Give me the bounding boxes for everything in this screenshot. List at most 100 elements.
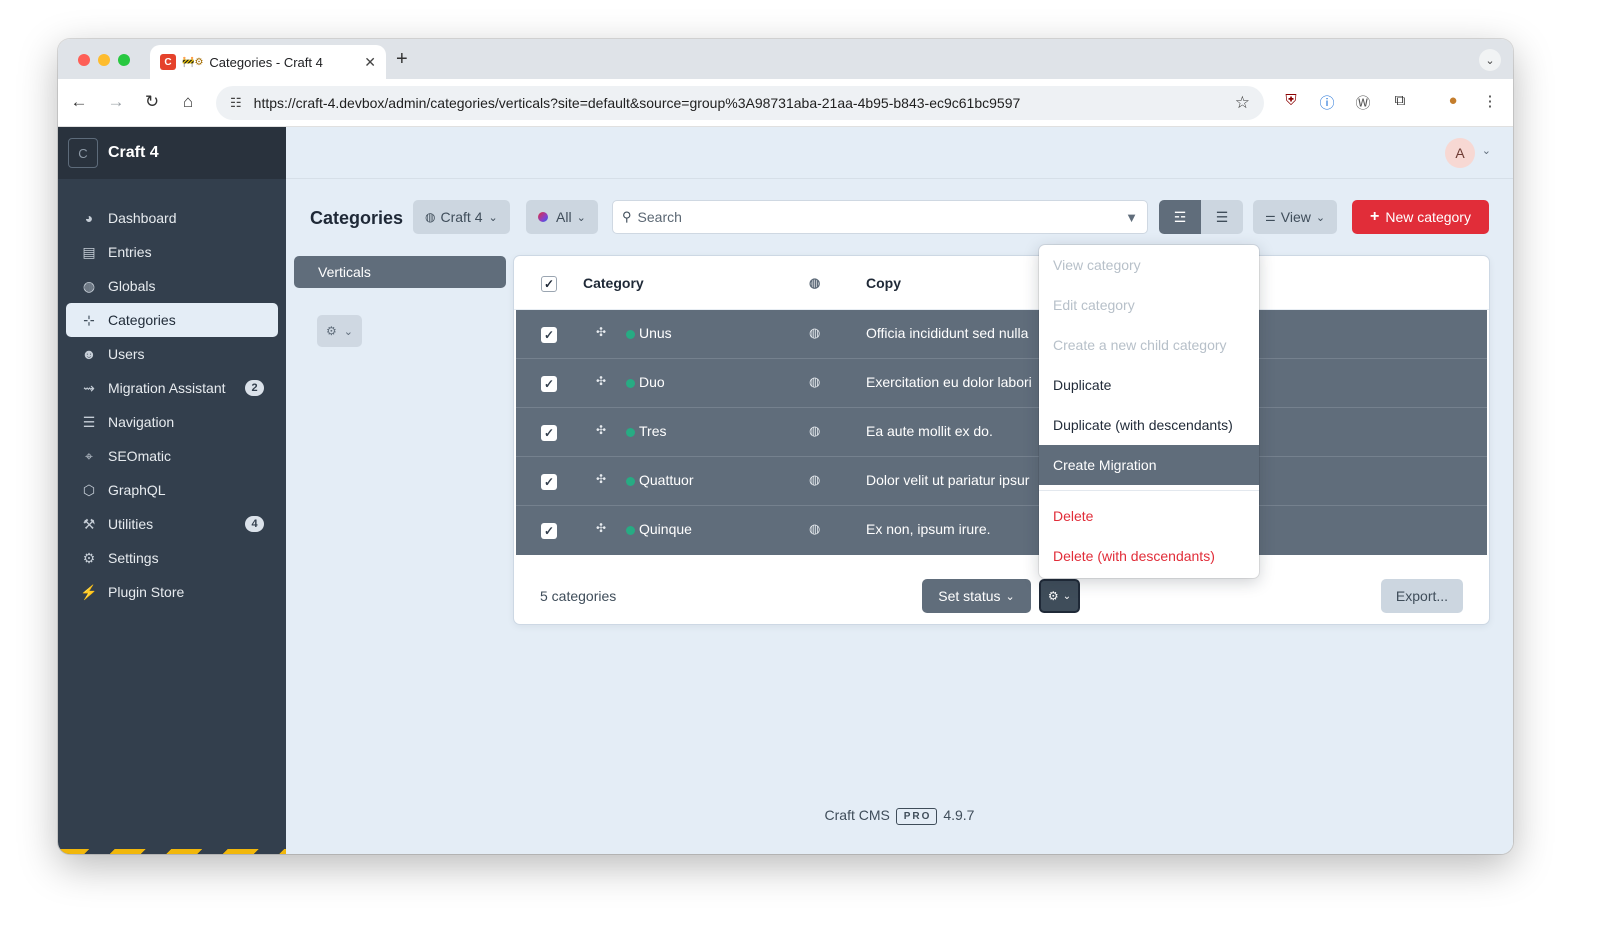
table-row[interactable]: ✓ ✣ Quattuor ◍ Dolor velit ut pariatur i… bbox=[516, 457, 1487, 506]
export-button[interactable]: Export... bbox=[1381, 579, 1463, 613]
structure-view-button[interactable]: ☲ bbox=[1159, 200, 1201, 234]
back-icon[interactable]: ← bbox=[68, 92, 90, 112]
migration-icon: ⇝ bbox=[83, 379, 95, 396]
table-header: ✓ Category ◍ Copy bbox=[514, 256, 1489, 310]
menu-item-create-child-category[interactable]: Create a new child category bbox=[1039, 325, 1259, 365]
forward-icon[interactable]: → bbox=[105, 92, 127, 112]
menu-item-duplicate-with-descendants[interactable]: Duplicate (with descendants) bbox=[1039, 405, 1259, 445]
new-category-button[interactable]: + New category bbox=[1352, 200, 1489, 234]
sidebar-item-navigation[interactable]: ☰ Navigation bbox=[66, 405, 278, 439]
move-handle-icon[interactable]: ✣ bbox=[596, 325, 606, 339]
menu-item-create-migration[interactable]: Create Migration bbox=[1039, 445, 1259, 485]
table-row[interactable]: ✓ ✣ Duo ◍ Exercitation eu dolor labori bbox=[516, 359, 1487, 408]
filter-icon[interactable]: ▼ bbox=[1125, 210, 1138, 225]
source-settings-button[interactable]: ⚙ ⌄ bbox=[317, 315, 362, 347]
ublock-icon[interactable]: ⛨ bbox=[1280, 92, 1302, 109]
status-menu-button[interactable]: All ⌄ bbox=[526, 200, 598, 234]
menu-item-view-category[interactable]: View category bbox=[1039, 245, 1259, 285]
browser-tab[interactable]: C 🚧⚙ Categories - Craft 4 ✕ bbox=[150, 45, 386, 79]
profile-icon[interactable]: ● bbox=[1442, 92, 1464, 109]
sidebar-item-globals[interactable]: ◍ Globals bbox=[66, 269, 278, 303]
sidebar-item-seomatic[interactable]: ⌖ SEOmatic bbox=[66, 439, 278, 473]
table-view-button[interactable]: ☰ bbox=[1201, 200, 1243, 234]
row-checkbox[interactable]: ✓ bbox=[541, 523, 557, 539]
sidebar-item-label: Categories bbox=[108, 312, 176, 328]
move-handle-icon[interactable]: ✣ bbox=[596, 521, 606, 535]
sidebar-item-label: Navigation bbox=[108, 414, 175, 430]
globe-icon: ◍ bbox=[809, 275, 821, 290]
status-enabled-icon bbox=[626, 428, 635, 437]
row-checkbox[interactable]: ✓ bbox=[541, 376, 557, 392]
set-status-button[interactable]: Set status ⌄ bbox=[922, 579, 1031, 613]
table-row[interactable]: ✓ ✣ Quinque ◍ Ex non, ipsum irure. bbox=[516, 506, 1487, 555]
set-status-label: Set status bbox=[938, 588, 1001, 604]
tab-search-chevron-icon[interactable]: ⌄ bbox=[1479, 49, 1501, 71]
status-enabled-icon bbox=[626, 526, 635, 535]
table-row[interactable]: ✓ ✣ Tres ◍ Ea aute mollit ex do. bbox=[516, 408, 1487, 457]
category-title[interactable]: Quattuor bbox=[639, 472, 693, 488]
menu-item-delete-with-descendants[interactable]: Delete (with descendants) bbox=[1039, 536, 1259, 576]
view-menu-button[interactable]: ⚌ View ⌄ bbox=[1253, 200, 1338, 234]
sidebar-item-plugin-store[interactable]: ⚡ Plugin Store bbox=[66, 575, 278, 609]
search-field[interactable]: ⚲ Search ▼ bbox=[612, 200, 1148, 234]
menu-item-delete[interactable]: Delete bbox=[1039, 496, 1259, 536]
extensions-icon[interactable]: ⧉ bbox=[1389, 92, 1411, 109]
row-checkbox[interactable]: ✓ bbox=[541, 425, 557, 441]
gear-icon: ⚙ bbox=[1047, 589, 1059, 603]
actions-menu: View category Edit category Create a new… bbox=[1039, 245, 1259, 578]
sidebar-item-graphql[interactable]: ⬡ GraphQL bbox=[66, 473, 278, 507]
chevron-down-icon[interactable]: ⌄ bbox=[1482, 144, 1491, 157]
table-row[interactable]: ✓ ✣ Unus ◍ Officia incididunt sed nulla bbox=[516, 310, 1487, 359]
menu-item-edit-category[interactable]: Edit category bbox=[1039, 285, 1259, 325]
close-tab-icon[interactable]: ✕ bbox=[364, 54, 376, 71]
sidebar-nav: ◕ Dashboard ▤ Entries ◍ Globals ⊹ Categories… bbox=[58, 179, 286, 609]
sidebar-item-entries[interactable]: ▤ Entries bbox=[66, 235, 278, 269]
sidebar-item-utilities[interactable]: ⚒ Utilities 4 bbox=[66, 507, 278, 541]
sidebar-item-users[interactable]: ☻ Users bbox=[66, 337, 278, 371]
sidebar-brand[interactable]: C Craft 4 bbox=[58, 127, 286, 179]
reload-icon[interactable]: ↻ bbox=[141, 92, 163, 112]
minimize-window-button[interactable] bbox=[98, 54, 110, 66]
badge: 2 bbox=[245, 380, 264, 396]
address-bar[interactable]: ☷ https://craft-4.devbox/admin/categorie… bbox=[216, 86, 1264, 120]
user-avatar[interactable]: A bbox=[1445, 138, 1475, 168]
element-count: 5 categories bbox=[540, 588, 617, 604]
site-info-icon[interactable]: ☷ bbox=[230, 95, 242, 111]
bookmark-star-icon[interactable]: ☆ bbox=[1235, 93, 1250, 113]
sidebar-item-categories[interactable]: ⊹ Categories bbox=[66, 303, 278, 337]
globe-icon: ◍ bbox=[809, 423, 821, 438]
move-handle-icon[interactable]: ✣ bbox=[596, 374, 606, 388]
sidebar-item-label: SEOmatic bbox=[108, 448, 172, 464]
category-title[interactable]: Tres bbox=[639, 423, 666, 439]
source-item-verticals[interactable]: Verticals bbox=[294, 256, 506, 288]
sidebar-item-settings[interactable]: ⚙ Settings bbox=[66, 541, 278, 575]
sidebar-item-migration-assistant[interactable]: ⇝ Migration Assistant 2 bbox=[66, 371, 278, 405]
row-checkbox[interactable]: ✓ bbox=[541, 474, 557, 490]
tab-strip: C 🚧⚙ Categories - Craft 4 ✕ + ⌄ bbox=[58, 39, 1513, 79]
category-title[interactable]: Duo bbox=[639, 374, 665, 390]
site-menu-button[interactable]: ◍ Craft 4 ⌄ bbox=[413, 200, 510, 234]
zoom-window-button[interactable] bbox=[118, 54, 130, 66]
row-checkbox[interactable]: ✓ bbox=[541, 327, 557, 343]
1password-icon[interactable]: ⓘ bbox=[1316, 92, 1338, 113]
plug-icon: ⚡ bbox=[80, 583, 98, 600]
select-all-checkbox[interactable]: ✓ bbox=[541, 276, 557, 292]
wordpress-icon[interactable]: Ⓦ bbox=[1352, 92, 1374, 113]
close-window-button[interactable] bbox=[78, 54, 90, 66]
menu-icon[interactable]: ⋮ bbox=[1479, 92, 1501, 110]
move-handle-icon[interactable]: ✣ bbox=[596, 472, 606, 486]
home-icon[interactable]: ⌂ bbox=[177, 92, 199, 112]
sidebar-item-dashboard[interactable]: ◕ Dashboard bbox=[66, 201, 278, 235]
actions-menu-button[interactable]: ⚙ ⌄ bbox=[1039, 579, 1080, 613]
sidebar-item-label: Settings bbox=[108, 550, 159, 566]
column-header-copy[interactable]: Copy bbox=[866, 275, 901, 291]
version-number: 4.9.7 bbox=[943, 807, 975, 823]
category-title[interactable]: Quinque bbox=[639, 521, 692, 537]
menu-item-duplicate[interactable]: Duplicate bbox=[1039, 365, 1259, 405]
column-header-category[interactable]: Category bbox=[583, 275, 644, 291]
new-tab-icon[interactable]: + bbox=[396, 48, 408, 71]
category-title[interactable]: Unus bbox=[639, 325, 672, 341]
move-handle-icon[interactable]: ✣ bbox=[596, 423, 606, 437]
search-icon: ⚲ bbox=[622, 209, 632, 224]
plus-icon: + bbox=[1370, 208, 1380, 225]
